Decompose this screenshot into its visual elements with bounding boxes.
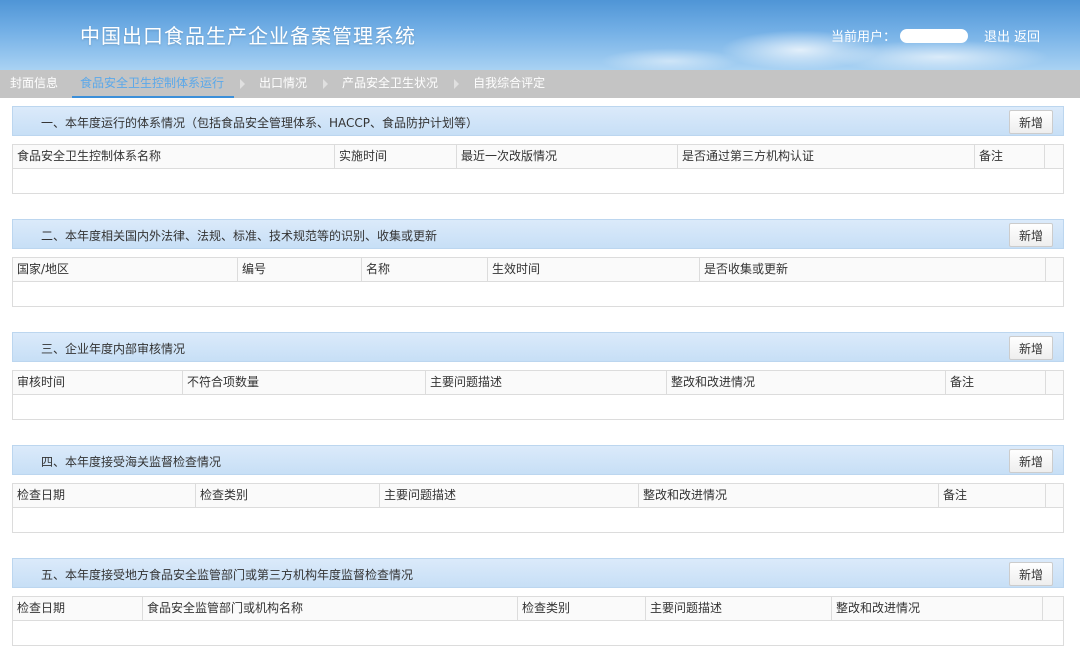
grid-header-row: 审核时间 不符合项数量 主要问题描述 整改和改进情况 备注 — [13, 371, 1063, 395]
section-system-operation: 一、本年度运行的体系情况（包括食品安全管理体系、HACCP、食品防护计划等） 新… — [12, 106, 1064, 194]
data-grid: 国家/地区 编号 名称 生效时间 是否收集或更新 — [12, 257, 1064, 307]
grid-empty-body — [13, 282, 1063, 306]
add-button[interactable]: 新增 — [1009, 449, 1053, 473]
user-area: 当前用户： 退出 返回 — [831, 26, 1040, 45]
add-button[interactable]: 新增 — [1009, 223, 1053, 247]
section-internal-audit: 三、企业年度内部审核情况 新增 审核时间 不符合项数量 主要问题描述 整改和改进… — [12, 332, 1064, 420]
grid-header-row: 检查日期 检查类别 主要问题描述 整改和改进情况 备注 — [13, 484, 1063, 508]
column-header[interactable]: 主要问题描述 — [426, 371, 667, 394]
column-header[interactable]: 是否通过第三方机构认证 — [678, 145, 975, 168]
column-header[interactable]: 备注 — [975, 145, 1045, 168]
section-header: 二、本年度相关国内外法律、法规、标准、技术规范等的识别、收集或更新 新增 — [12, 219, 1064, 249]
section-laws-regulations: 二、本年度相关国内外法律、法规、标准、技术规范等的识别、收集或更新 新增 国家/… — [12, 219, 1064, 307]
column-header[interactable]: 检查日期 — [13, 484, 196, 507]
grid-empty-body — [13, 169, 1063, 193]
section-local-authority-inspection: 五、本年度接受地方食品安全监管部门或第三方机构年度监督检查情况 新增 检查日期 … — [12, 558, 1064, 646]
section-header: 一、本年度运行的体系情况（包括食品安全管理体系、HACCP、食品防护计划等） 新… — [12, 106, 1064, 136]
column-header — [1043, 597, 1063, 620]
tab-arrow-icon — [323, 79, 329, 89]
column-header[interactable]: 检查类别 — [518, 597, 646, 620]
column-header — [1045, 145, 1063, 168]
column-header[interactable]: 检查日期 — [13, 597, 143, 620]
tab-arrow-icon — [454, 79, 460, 89]
tab-arrow-icon — [240, 79, 246, 89]
current-user-label: 当前用户： — [830, 30, 896, 45]
column-header[interactable]: 检查类别 — [196, 484, 380, 507]
section-customs-inspection: 四、本年度接受海关监督检查情况 新增 检查日期 检查类别 主要问题描述 整改和改… — [12, 445, 1064, 533]
header-cloud-decoration — [600, 48, 740, 70]
section-title: 四、本年度接受海关监督检查情况 — [41, 455, 222, 469]
column-header[interactable]: 是否收集或更新 — [700, 258, 1046, 281]
column-header[interactable]: 备注 — [939, 484, 1046, 507]
tab-cover-info[interactable]: 封面信息 — [0, 70, 70, 98]
column-header — [1046, 484, 1063, 507]
data-grid: 检查日期 食品安全监管部门或机构名称 检查类别 主要问题描述 整改和改进情况 — [12, 596, 1064, 646]
column-header[interactable]: 最近一次改版情况 — [457, 145, 678, 168]
grid-empty-body — [13, 621, 1063, 645]
section-title: 二、本年度相关国内外法律、法规、标准、技术规范等的识别、收集或更新 — [41, 229, 438, 243]
section-title: 三、企业年度内部审核情况 — [41, 342, 186, 356]
redacted-username — [899, 28, 968, 43]
column-header[interactable]: 实施时间 — [335, 145, 457, 168]
column-header[interactable]: 主要问题描述 — [380, 484, 639, 507]
section-header: 三、企业年度内部审核情况 新增 — [12, 332, 1064, 362]
section-title: 一、本年度运行的体系情况（包括食品安全管理体系、HACCP、食品防护计划等） — [41, 116, 479, 130]
grid-header-row: 国家/地区 编号 名称 生效时间 是否收集或更新 — [13, 258, 1063, 282]
data-grid: 食品安全卫生控制体系名称 实施时间 最近一次改版情况 是否通过第三方机构认证 备… — [12, 144, 1064, 194]
column-header[interactable]: 备注 — [946, 371, 1046, 394]
app-header: 中国出口食品生产企业备案管理系统 当前用户： 退出 返回 — [0, 0, 1080, 70]
grid-header-row: 食品安全卫生控制体系名称 实施时间 最近一次改版情况 是否通过第三方机构认证 备… — [13, 145, 1063, 169]
column-header[interactable]: 整改和改进情况 — [832, 597, 1043, 620]
column-header[interactable]: 整改和改进情况 — [639, 484, 939, 507]
column-header — [1046, 258, 1063, 281]
grid-header-row: 检查日期 食品安全监管部门或机构名称 检查类别 主要问题描述 整改和改进情况 — [13, 597, 1063, 621]
section-title: 五、本年度接受地方食品安全监管部门或第三方机构年度监督检查情况 — [41, 568, 414, 582]
back-link[interactable]: 返回 — [1014, 26, 1040, 45]
tab-food-safety-system[interactable]: 食品安全卫生控制体系运行 — [70, 70, 236, 98]
column-header[interactable]: 主要问题描述 — [646, 597, 832, 620]
column-header[interactable]: 审核时间 — [13, 371, 183, 394]
grid-empty-body — [13, 508, 1063, 532]
tab-bar: 封面信息 食品安全卫生控制体系运行 出口情况 产品安全卫生状况 自我综合评定 — [0, 70, 1080, 98]
logout-link[interactable]: 退出 — [984, 26, 1010, 45]
column-header[interactable]: 编号 — [238, 258, 362, 281]
grid-empty-body — [13, 395, 1063, 419]
add-button[interactable]: 新增 — [1009, 110, 1053, 134]
column-header[interactable]: 整改和改进情况 — [667, 371, 946, 394]
tab-product-safety[interactable]: 产品安全卫生状况 — [332, 70, 450, 98]
tab-self-assessment[interactable]: 自我综合评定 — [463, 70, 557, 98]
data-grid: 检查日期 检查类别 主要问题描述 整改和改进情况 备注 — [12, 483, 1064, 533]
add-button[interactable]: 新增 — [1009, 336, 1053, 360]
column-header[interactable]: 食品安全卫生控制体系名称 — [13, 145, 335, 168]
column-header[interactable]: 不符合项数量 — [183, 371, 426, 394]
tab-export-status[interactable]: 出口情况 — [249, 70, 319, 98]
column-header[interactable]: 生效时间 — [488, 258, 700, 281]
app-title: 中国出口食品生产企业备案管理系统 — [80, 24, 416, 48]
column-header — [1046, 371, 1063, 394]
column-header[interactable]: 名称 — [362, 258, 488, 281]
column-header[interactable]: 国家/地区 — [13, 258, 238, 281]
section-header: 四、本年度接受海关监督检查情况 新增 — [12, 445, 1064, 475]
add-button[interactable]: 新增 — [1009, 562, 1053, 586]
section-header: 五、本年度接受地方食品安全监管部门或第三方机构年度监督检查情况 新增 — [12, 558, 1064, 588]
data-grid: 审核时间 不符合项数量 主要问题描述 整改和改进情况 备注 — [12, 370, 1064, 420]
column-header[interactable]: 食品安全监管部门或机构名称 — [143, 597, 518, 620]
